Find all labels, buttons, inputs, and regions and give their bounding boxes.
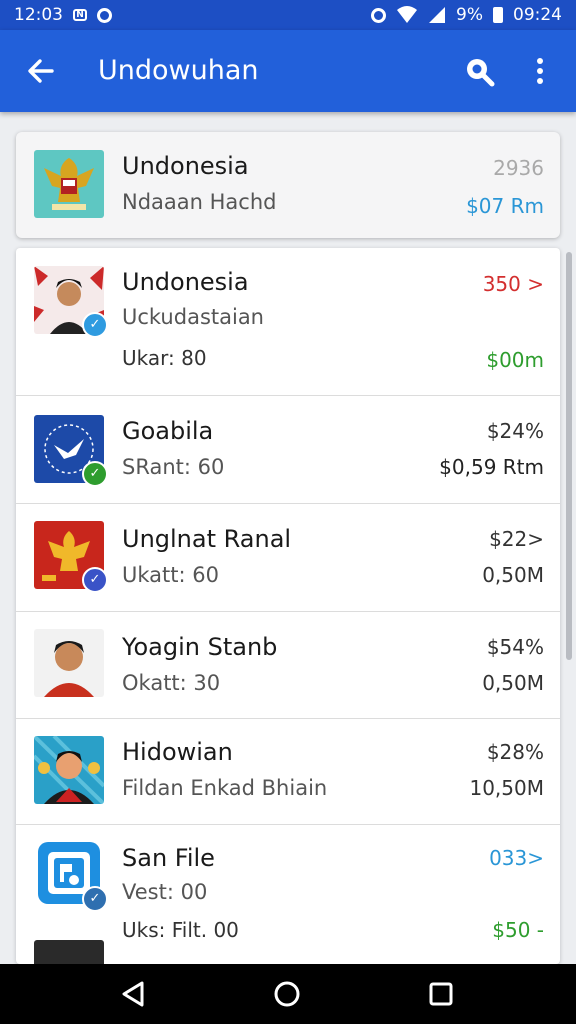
app-bar: Undowuhan bbox=[0, 30, 576, 112]
featured-value: $07 Rm bbox=[466, 194, 544, 218]
item-right-top: 350 > bbox=[482, 272, 544, 296]
item-subtitle: Uckudastaian bbox=[122, 305, 264, 329]
item-meta: Ukar: 80 bbox=[122, 346, 207, 370]
item-subtitle: Okatt: 30 bbox=[122, 671, 221, 695]
notification-icon: N bbox=[73, 9, 87, 21]
verified-badge-icon: ✓ bbox=[82, 461, 108, 487]
item-right-top: $28% bbox=[486, 740, 544, 764]
person-avatar-icon bbox=[34, 736, 104, 804]
wifi-icon bbox=[397, 6, 418, 23]
recents-square-icon[interactable] bbox=[426, 979, 456, 1009]
sync-icon bbox=[97, 7, 112, 23]
search-icon[interactable] bbox=[462, 54, 496, 88]
item-right-bottom: $50 - bbox=[492, 918, 544, 942]
garuda-emblem-icon bbox=[34, 150, 104, 218]
battery-icon bbox=[493, 7, 503, 23]
featured-card[interactable]: Undonesia Ndaaan Hachd 2936 $07 Rm bbox=[16, 132, 560, 238]
battery-text: 9% bbox=[456, 5, 483, 25]
item-meta: Uks: Filt. 00 bbox=[122, 918, 239, 942]
more-options-icon[interactable] bbox=[528, 54, 552, 88]
featured-percent: 2936 bbox=[493, 156, 544, 180]
app-list: ✓ Undonesia Uckudastaian Ukar: 80 350 > … bbox=[16, 248, 560, 964]
list-item[interactable]: Yoagin Stanb Okatt: 30 $54% 0,50M bbox=[16, 611, 560, 719]
item-right-bottom: $00m bbox=[486, 348, 544, 372]
item-subtitle: Ukatt: 60 bbox=[122, 563, 219, 587]
list-item[interactable]: ✓ San File Vest: 00 Uks: Filt. 00 033> $… bbox=[16, 824, 560, 964]
item-right-bottom: $0,59 Rtm bbox=[439, 455, 544, 479]
list-item[interactable]: ✓ Goabila SRant: 60 $24% $0,59 Rtm bbox=[16, 395, 560, 504]
alarm-icon bbox=[371, 7, 387, 23]
person-avatar-icon bbox=[34, 629, 104, 697]
back-triangle-icon[interactable] bbox=[118, 979, 148, 1009]
item-title: Unglnat Ranal bbox=[122, 525, 292, 553]
navigation-bar bbox=[0, 964, 576, 1024]
item-subtitle: SRant: 60 bbox=[122, 455, 225, 479]
item-title: Goabila bbox=[122, 417, 214, 445]
status-time-right: 09:24 bbox=[513, 5, 562, 25]
list-item[interactable]: ✓ Undonesia Uckudastaian Ukar: 80 350 > … bbox=[16, 248, 560, 396]
item-right-top: $24% bbox=[486, 419, 544, 443]
item-title: San File bbox=[122, 844, 215, 872]
item-right-top: $22> bbox=[489, 527, 544, 551]
item-subtitle: Vest: 00 bbox=[122, 880, 208, 904]
app-title: Undowuhan bbox=[98, 55, 259, 86]
scrollbar[interactable] bbox=[566, 252, 572, 660]
signal-icon bbox=[429, 7, 446, 23]
item-right-bottom: 10,50M bbox=[469, 776, 544, 800]
verified-badge-icon: ✓ bbox=[82, 312, 108, 338]
home-circle-icon[interactable] bbox=[272, 979, 302, 1009]
back-arrow-icon[interactable] bbox=[22, 52, 60, 90]
list-item[interactable]: ✓ Unglnat Ranal Ukatt: 60 $22> 0,50M bbox=[16, 503, 560, 612]
featured-title: Undonesia bbox=[122, 152, 249, 180]
item-title: Undonesia bbox=[122, 268, 249, 296]
featured-subtitle: Ndaaan Hachd bbox=[122, 190, 277, 214]
item-title: Yoagin Stanb bbox=[122, 633, 278, 661]
verified-badge-icon: ✓ bbox=[82, 886, 108, 912]
status-time-left: 12:03 bbox=[14, 5, 63, 25]
item-right-bottom: 0,50M bbox=[482, 563, 544, 587]
item-right-top: 033> bbox=[489, 846, 544, 870]
status-bar: 12:03 N 9% 09:24 bbox=[0, 0, 576, 30]
item-title: Hidowian bbox=[122, 738, 233, 766]
partial-thumbnail bbox=[34, 940, 104, 964]
verified-badge-icon: ✓ bbox=[82, 567, 108, 593]
list-item[interactable]: Hidowian Fildan Enkad Bhiain $28% 10,50M bbox=[16, 718, 560, 825]
item-subtitle: Fildan Enkad Bhiain bbox=[122, 776, 328, 800]
item-right-bottom: 0,50M bbox=[482, 671, 544, 695]
item-right-top: $54% bbox=[486, 635, 544, 659]
